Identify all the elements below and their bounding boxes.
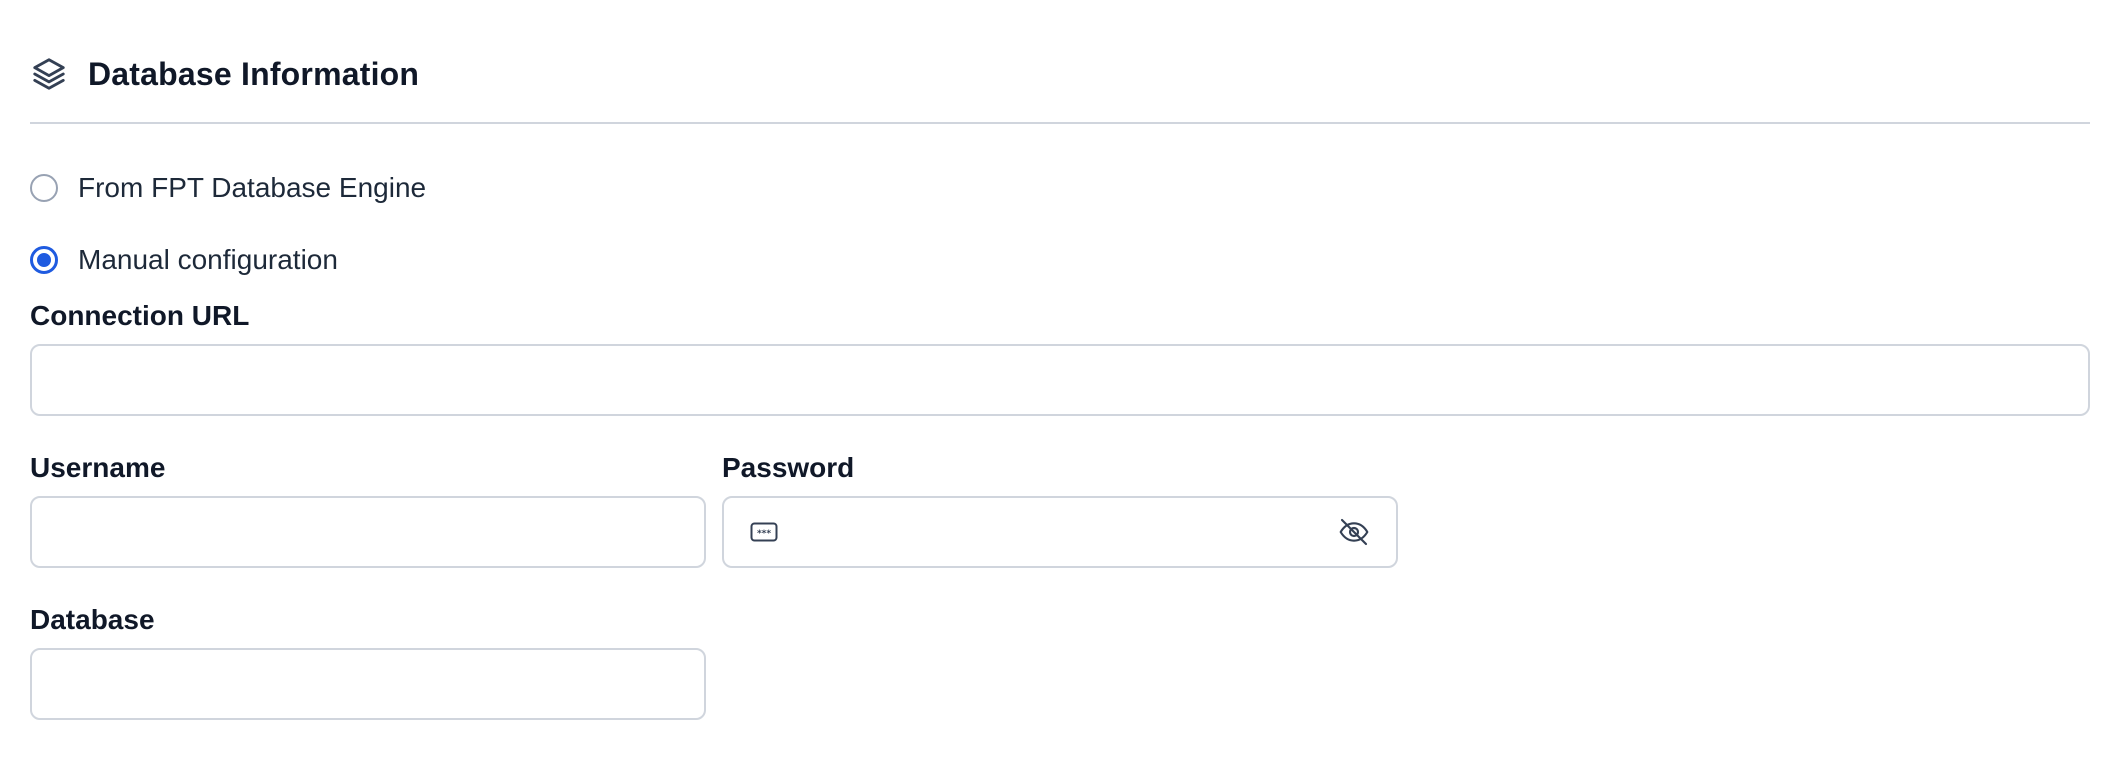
password-label: Password	[722, 452, 855, 483]
radio-button-fpt-engine[interactable]	[30, 174, 58, 202]
username-label: Username	[30, 452, 166, 483]
connection-url-input[interactable]	[32, 346, 2088, 414]
section-header: Database Information	[30, 52, 419, 96]
radio-button-manual-configuration[interactable]	[30, 246, 58, 274]
radio-label-fpt-engine: From FPT Database Engine	[78, 172, 427, 203]
database-input[interactable]	[32, 650, 704, 718]
password-input[interactable]	[724, 498, 1396, 566]
radio-option-fpt-engine[interactable]: From FPT Database Engine	[30, 168, 426, 208]
radio-label-manual-configuration: Manual configuration	[78, 244, 338, 275]
username-field[interactable]	[30, 496, 706, 568]
eye-off-icon[interactable]	[1338, 516, 1370, 548]
password-field[interactable]: ***	[722, 496, 1398, 568]
username-input[interactable]	[32, 498, 704, 566]
section-title: Database Information	[88, 55, 420, 92]
layers-icon	[30, 55, 68, 93]
connection-url-label: Connection URL	[30, 300, 250, 331]
connection-url-field[interactable]	[30, 344, 2090, 416]
radio-option-manual-configuration[interactable]: Manual configuration	[30, 240, 338, 280]
database-label: Database	[30, 604, 155, 635]
svg-text:***: ***	[757, 529, 771, 539]
section-divider	[30, 122, 2090, 124]
database-field[interactable]	[30, 648, 706, 720]
password-dots-icon: ***	[750, 522, 778, 542]
